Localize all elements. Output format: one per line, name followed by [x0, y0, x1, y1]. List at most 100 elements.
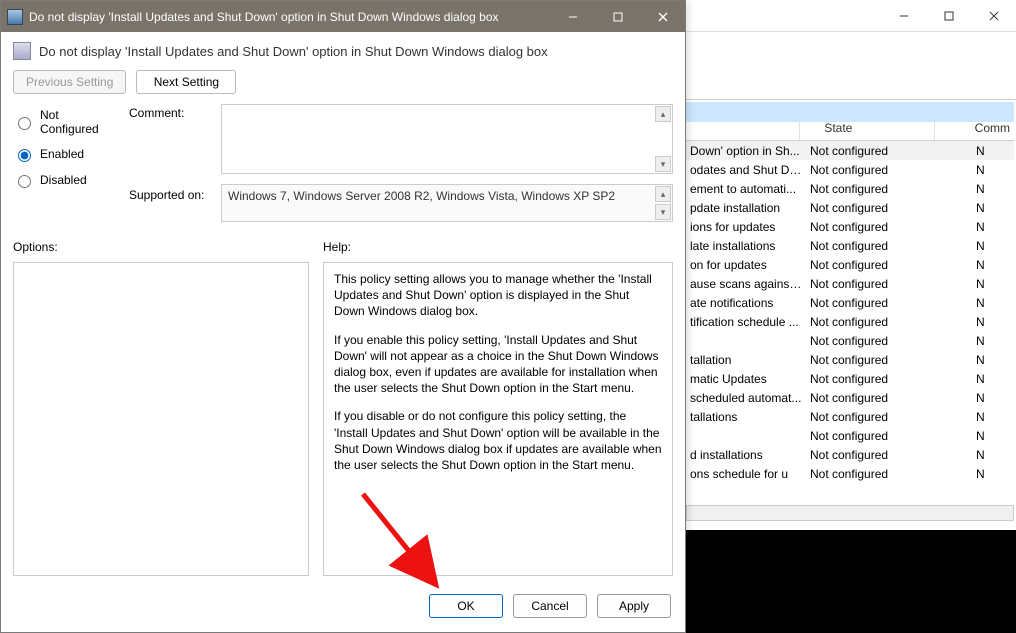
- table-row[interactable]: ause scans against ...Not configuredN: [686, 274, 1014, 293]
- dialog-titlebar[interactable]: Do not display 'Install Updates and Shut…: [1, 1, 685, 32]
- radio-not-configured-label: Not Configured: [40, 108, 115, 136]
- field-labels: Comment: Supported on:: [129, 104, 207, 222]
- radio-enabled[interactable]: Enabled: [13, 146, 115, 162]
- radio-not-configured[interactable]: Not Configured: [13, 108, 115, 136]
- apply-button[interactable]: Apply: [597, 594, 671, 618]
- state-cell: Not configured: [806, 143, 946, 159]
- dialog-header: Do not display 'Install Updates and Shut…: [1, 32, 685, 68]
- state-cell: Not configured: [806, 295, 946, 311]
- comment-cell: N: [946, 276, 1014, 292]
- setting-cell: tallation: [686, 352, 806, 368]
- state-cell: Not configured: [806, 390, 946, 406]
- bg-table-header: State Comm: [686, 118, 1014, 141]
- table-row[interactable]: matic UpdatesNot configuredN: [686, 369, 1014, 388]
- comment-cell: N: [946, 295, 1014, 311]
- bg-col-setting-header[interactable]: [686, 118, 800, 140]
- supported-scroll-up-icon[interactable]: ▴: [655, 186, 671, 202]
- setting-cell: ause scans against ...: [686, 276, 806, 292]
- table-row[interactable]: ions for updatesNot configuredN: [686, 217, 1014, 236]
- previous-setting-button[interactable]: Previous Setting: [13, 70, 126, 94]
- policy-icon: [7, 9, 23, 25]
- state-cell: Not configured: [806, 352, 946, 368]
- table-row[interactable]: pdate installationNot configuredN: [686, 198, 1014, 217]
- bg-minimize-button[interactable]: [881, 1, 926, 31]
- state-cell: Not configured: [806, 219, 946, 235]
- policy-header-icon: [13, 42, 31, 60]
- table-row[interactable]: on for updatesNot configuredN: [686, 255, 1014, 274]
- setting-cell: ement to automati...: [686, 181, 806, 197]
- help-text-p3: If you disable or do not configure this …: [334, 408, 662, 473]
- dlg-minimize-button[interactable]: [550, 2, 595, 31]
- supported-on-value: Windows 7, Windows Server 2008 R2, Windo…: [228, 189, 615, 203]
- comment-cell: N: [946, 371, 1014, 387]
- bg-settings-table: State Comm Down' option in Sh...Not conf…: [686, 118, 1014, 533]
- comment-textarea[interactable]: ▴ ▾: [221, 104, 673, 174]
- state-cell: Not configured: [806, 238, 946, 254]
- next-setting-button[interactable]: Next Setting: [136, 70, 236, 94]
- policy-dialog: Do not display 'Install Updates and Shut…: [0, 0, 686, 633]
- state-cell: Not configured: [806, 371, 946, 387]
- cancel-button[interactable]: Cancel: [513, 594, 587, 618]
- setting-cell: pdate installation: [686, 200, 806, 216]
- table-row[interactable]: Down' option in Sh...Not configuredN: [686, 141, 1014, 160]
- setting-cell: [686, 340, 806, 342]
- dlg-maximize-button[interactable]: [595, 2, 640, 31]
- table-row[interactable]: ons schedule for uNot configuredN: [686, 464, 1014, 483]
- table-row[interactable]: tallationNot configuredN: [686, 350, 1014, 369]
- table-row[interactable]: ate notificationsNot configuredN: [686, 293, 1014, 312]
- state-cell: Not configured: [806, 314, 946, 330]
- bg-maximize-button[interactable]: [926, 1, 971, 31]
- table-row[interactable]: d installationsNot configuredN: [686, 445, 1014, 464]
- comment-cell: N: [946, 466, 1014, 482]
- table-row[interactable]: Not configuredN: [686, 331, 1014, 350]
- comment-scroll-down-icon[interactable]: ▾: [655, 156, 671, 172]
- options-label: Options:: [13, 240, 309, 254]
- comment-scroll-up-icon[interactable]: ▴: [655, 106, 671, 122]
- help-text-p1: This policy setting allows you to manage…: [334, 271, 662, 320]
- bg-horizontal-scrollbar[interactable]: [686, 505, 1014, 521]
- state-cell: Not configured: [806, 447, 946, 463]
- comment-cell: N: [946, 352, 1014, 368]
- setting-cell: scheduled automat...: [686, 390, 806, 406]
- state-cell: Not configured: [806, 257, 946, 273]
- table-row[interactable]: ement to automati...Not configuredN: [686, 179, 1014, 198]
- setting-cell: ons schedule for u: [686, 466, 806, 482]
- supported-on-field: Windows 7, Windows Server 2008 R2, Windo…: [221, 184, 673, 222]
- dialog-buttons: OK Cancel Apply: [1, 586, 685, 632]
- setting-cell: Down' option in Sh...: [686, 143, 806, 159]
- radio-enabled-label: Enabled: [40, 147, 84, 161]
- setting-cell: late installations: [686, 238, 806, 254]
- bg-col-comment-header[interactable]: Comm: [935, 118, 1014, 140]
- field-inputs: ▴ ▾ Windows 7, Windows Server 2008 R2, W…: [221, 104, 673, 222]
- state-cell: Not configured: [806, 409, 946, 425]
- table-row[interactable]: scheduled automat...Not configuredN: [686, 388, 1014, 407]
- bg-close-button[interactable]: [971, 1, 1016, 31]
- state-radio-group: Not Configured Enabled Disabled: [13, 104, 115, 222]
- table-row[interactable]: tification schedule ...Not configuredN: [686, 312, 1014, 331]
- ok-button[interactable]: OK: [429, 594, 503, 618]
- radio-disabled-label: Disabled: [40, 173, 87, 187]
- comment-cell: N: [946, 162, 1014, 178]
- setting-cell: d installations: [686, 447, 806, 463]
- bg-bottom-panel: [686, 530, 1016, 633]
- comment-cell: N: [946, 428, 1014, 444]
- dlg-close-button[interactable]: [640, 2, 685, 31]
- setting-cell: on for updates: [686, 257, 806, 273]
- comment-cell: N: [946, 314, 1014, 330]
- comment-cell: N: [946, 257, 1014, 273]
- table-row[interactable]: Not configuredN: [686, 426, 1014, 445]
- radio-disabled[interactable]: Disabled: [13, 172, 115, 188]
- table-row[interactable]: tallationsNot configuredN: [686, 407, 1014, 426]
- state-cell: Not configured: [806, 428, 946, 444]
- help-label: Help:: [323, 240, 673, 254]
- setting-cell: ions for updates: [686, 219, 806, 235]
- setting-cell: [686, 435, 806, 437]
- table-row[interactable]: odates and Shut Do...Not configuredN: [686, 160, 1014, 179]
- help-panel: This policy setting allows you to manage…: [323, 262, 673, 576]
- state-cell: Not configured: [806, 466, 946, 482]
- supported-scroll-down-icon[interactable]: ▾: [655, 204, 671, 220]
- dialog-title: Do not display 'Install Updates and Shut…: [29, 10, 550, 24]
- help-text-p2: If you enable this policy setting, 'Inst…: [334, 332, 662, 397]
- bg-col-state-header[interactable]: State: [800, 118, 934, 140]
- table-row[interactable]: late installationsNot configuredN: [686, 236, 1014, 255]
